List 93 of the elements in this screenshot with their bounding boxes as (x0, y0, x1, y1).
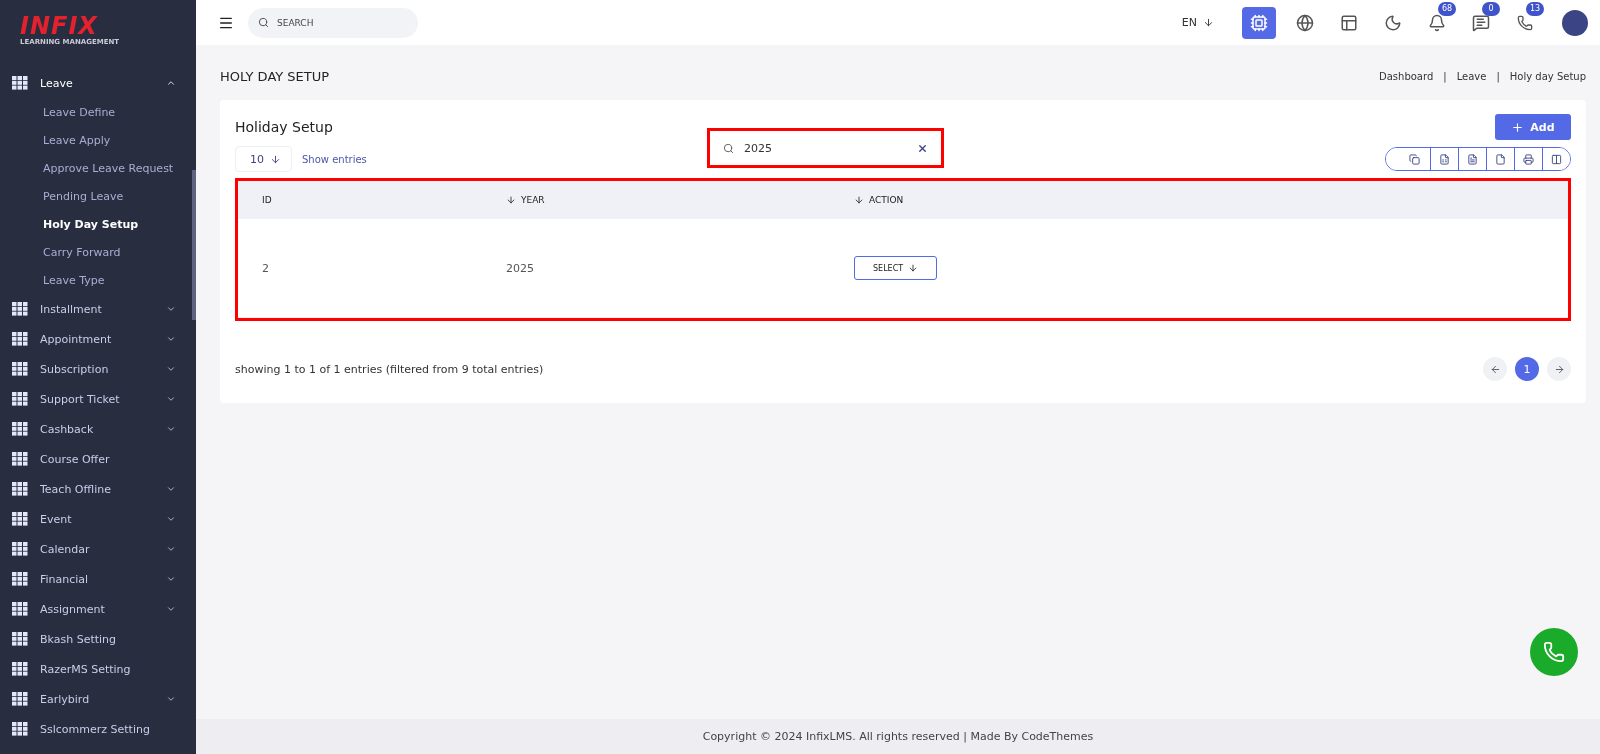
spreadsheet-file-icon (1439, 153, 1450, 165)
show-entries-label: Show entries (302, 153, 367, 165)
grid-icon (12, 632, 28, 646)
card-title: Holiday Setup (235, 119, 333, 135)
layout-icon[interactable] (1340, 13, 1358, 32)
moon-icon[interactable] (1384, 13, 1402, 32)
arrow-down-icon (1203, 17, 1214, 28)
footer-text: Copyright © 2024 InfixLMS. All rights reserved | Made By CodeThemes (196, 719, 1600, 754)
copy-icon (1408, 153, 1420, 165)
sidebar-item[interactable]: Appointment (0, 324, 196, 354)
columns-icon (1551, 153, 1562, 165)
logo-brand: INFIX (20, 14, 98, 38)
entries-summary: showing 1 to 1 of 1 entries (filtered from 9 total entries) (235, 362, 544, 376)
next-page-button[interactable] (1547, 357, 1571, 381)
text-file-icon (1467, 153, 1478, 165)
grid-icon (12, 572, 28, 586)
grid-icon (12, 722, 28, 736)
phone-chat-icon[interactable] (1517, 14, 1533, 31)
search-icon (258, 17, 269, 28)
breadcrumb-separator: | (1443, 71, 1447, 82)
grid-icon (12, 692, 28, 706)
page-title: HOLY DAY SETUP (220, 69, 330, 84)
search-field[interactable]: SEARCH (248, 7, 418, 38)
message-icon[interactable] (1472, 13, 1490, 32)
grid-icon (12, 602, 28, 616)
breadcrumb-link[interactable]: Holy day Setup (1509, 71, 1586, 82)
chat-badge: 13 (1526, 1, 1544, 16)
grid-icon (12, 392, 28, 406)
bell-icon[interactable] (1428, 13, 1446, 32)
add-button[interactable]: Add (1495, 114, 1571, 140)
sidebar-subitem[interactable]: Leave Type (0, 266, 196, 294)
column-header[interactable]: ID (238, 181, 506, 219)
sidebar-item[interactable]: Bkash Setting (0, 624, 196, 654)
sidebar-item[interactable]: Subscription (0, 354, 196, 384)
grid-icon (12, 482, 28, 496)
column-header[interactable]: ACTION (854, 181, 1568, 219)
notification-badge: 68 (1438, 1, 1456, 16)
column-header[interactable]: YEAR (506, 181, 854, 219)
grid-icon (12, 422, 28, 436)
breadcrumb-separator: | (1496, 71, 1500, 82)
arrow-down-icon (908, 263, 919, 273)
arrow-down-icon (270, 153, 281, 165)
chip-icon (1250, 13, 1268, 32)
globe-icon[interactable] (1296, 13, 1314, 32)
file-icon (1495, 153, 1506, 165)
sidebar-item[interactable]: Teach Offline (0, 474, 196, 504)
page-button[interactable]: 1 (1515, 357, 1539, 381)
printer-icon (1523, 153, 1534, 165)
arrow-left-icon (1489, 363, 1501, 375)
grid-icon (12, 452, 28, 466)
grid-icon (12, 332, 28, 346)
sidebar-item[interactable]: Event (0, 504, 196, 534)
clear-icon[interactable] (917, 142, 928, 154)
select-button[interactable]: SELECT (854, 256, 938, 280)
user-avatar[interactable] (1562, 9, 1588, 36)
phone-icon (1543, 641, 1565, 663)
breadcrumb-link[interactable]: Dashboard (1379, 71, 1434, 82)
sidebar-subitem[interactable]: Leave Apply (0, 126, 196, 154)
grid-icon (12, 302, 28, 316)
sidebar-item[interactable]: Earlybird (0, 684, 196, 714)
plus-icon (1511, 120, 1525, 134)
sidebar-item[interactable]: Assignment (0, 594, 196, 624)
language-selector[interactable]: EN (1181, 16, 1214, 29)
grid-icon (12, 542, 28, 556)
message-badge: 0 (1482, 1, 1500, 16)
grid-icon (12, 76, 28, 90)
page-size-select[interactable]: 10 (235, 146, 292, 172)
sidebar-item[interactable]: Support Ticket (0, 384, 196, 414)
sidebar-item[interactable]: Cashback (0, 414, 196, 444)
grid-icon (12, 362, 28, 376)
sidebar-item[interactable]: Financial (0, 564, 196, 594)
sidebar-item[interactable]: Calendar (0, 534, 196, 564)
table-cell: 2025 (506, 219, 854, 318)
search-icon (723, 142, 734, 154)
grid-icon (12, 662, 28, 676)
sidebar-subitem[interactable]: Holy Day Setup (0, 210, 196, 238)
grid-icon (12, 512, 28, 526)
sidebar-item[interactable]: Course Offer (0, 444, 196, 474)
sidebar-subitem[interactable]: Approve Leave Request (0, 154, 196, 182)
previous-page-button[interactable] (1483, 357, 1507, 381)
arrow-right-icon (1553, 363, 1565, 375)
breadcrumb-link[interactable]: Leave (1456, 71, 1487, 82)
columns-button[interactable] (1542, 148, 1570, 170)
sidebar-item[interactable]: Installment (0, 294, 196, 324)
table-cell: 2 (238, 219, 506, 318)
search-placeholder: SEARCH (277, 17, 314, 28)
sidebar-subitem[interactable]: Carry Forward (0, 238, 196, 266)
ai-chip-button[interactable] (1242, 6, 1276, 39)
sidebar-item[interactable]: RazerMS Setting (0, 654, 196, 684)
sidebar-item[interactable]: Sslcommerz Setting (0, 714, 196, 744)
sidebar-item[interactable]: Leave (0, 68, 196, 98)
sidebar-subitem[interactable]: Leave Define (0, 98, 196, 126)
sidebar-subitem[interactable]: Pending Leave (0, 182, 196, 210)
